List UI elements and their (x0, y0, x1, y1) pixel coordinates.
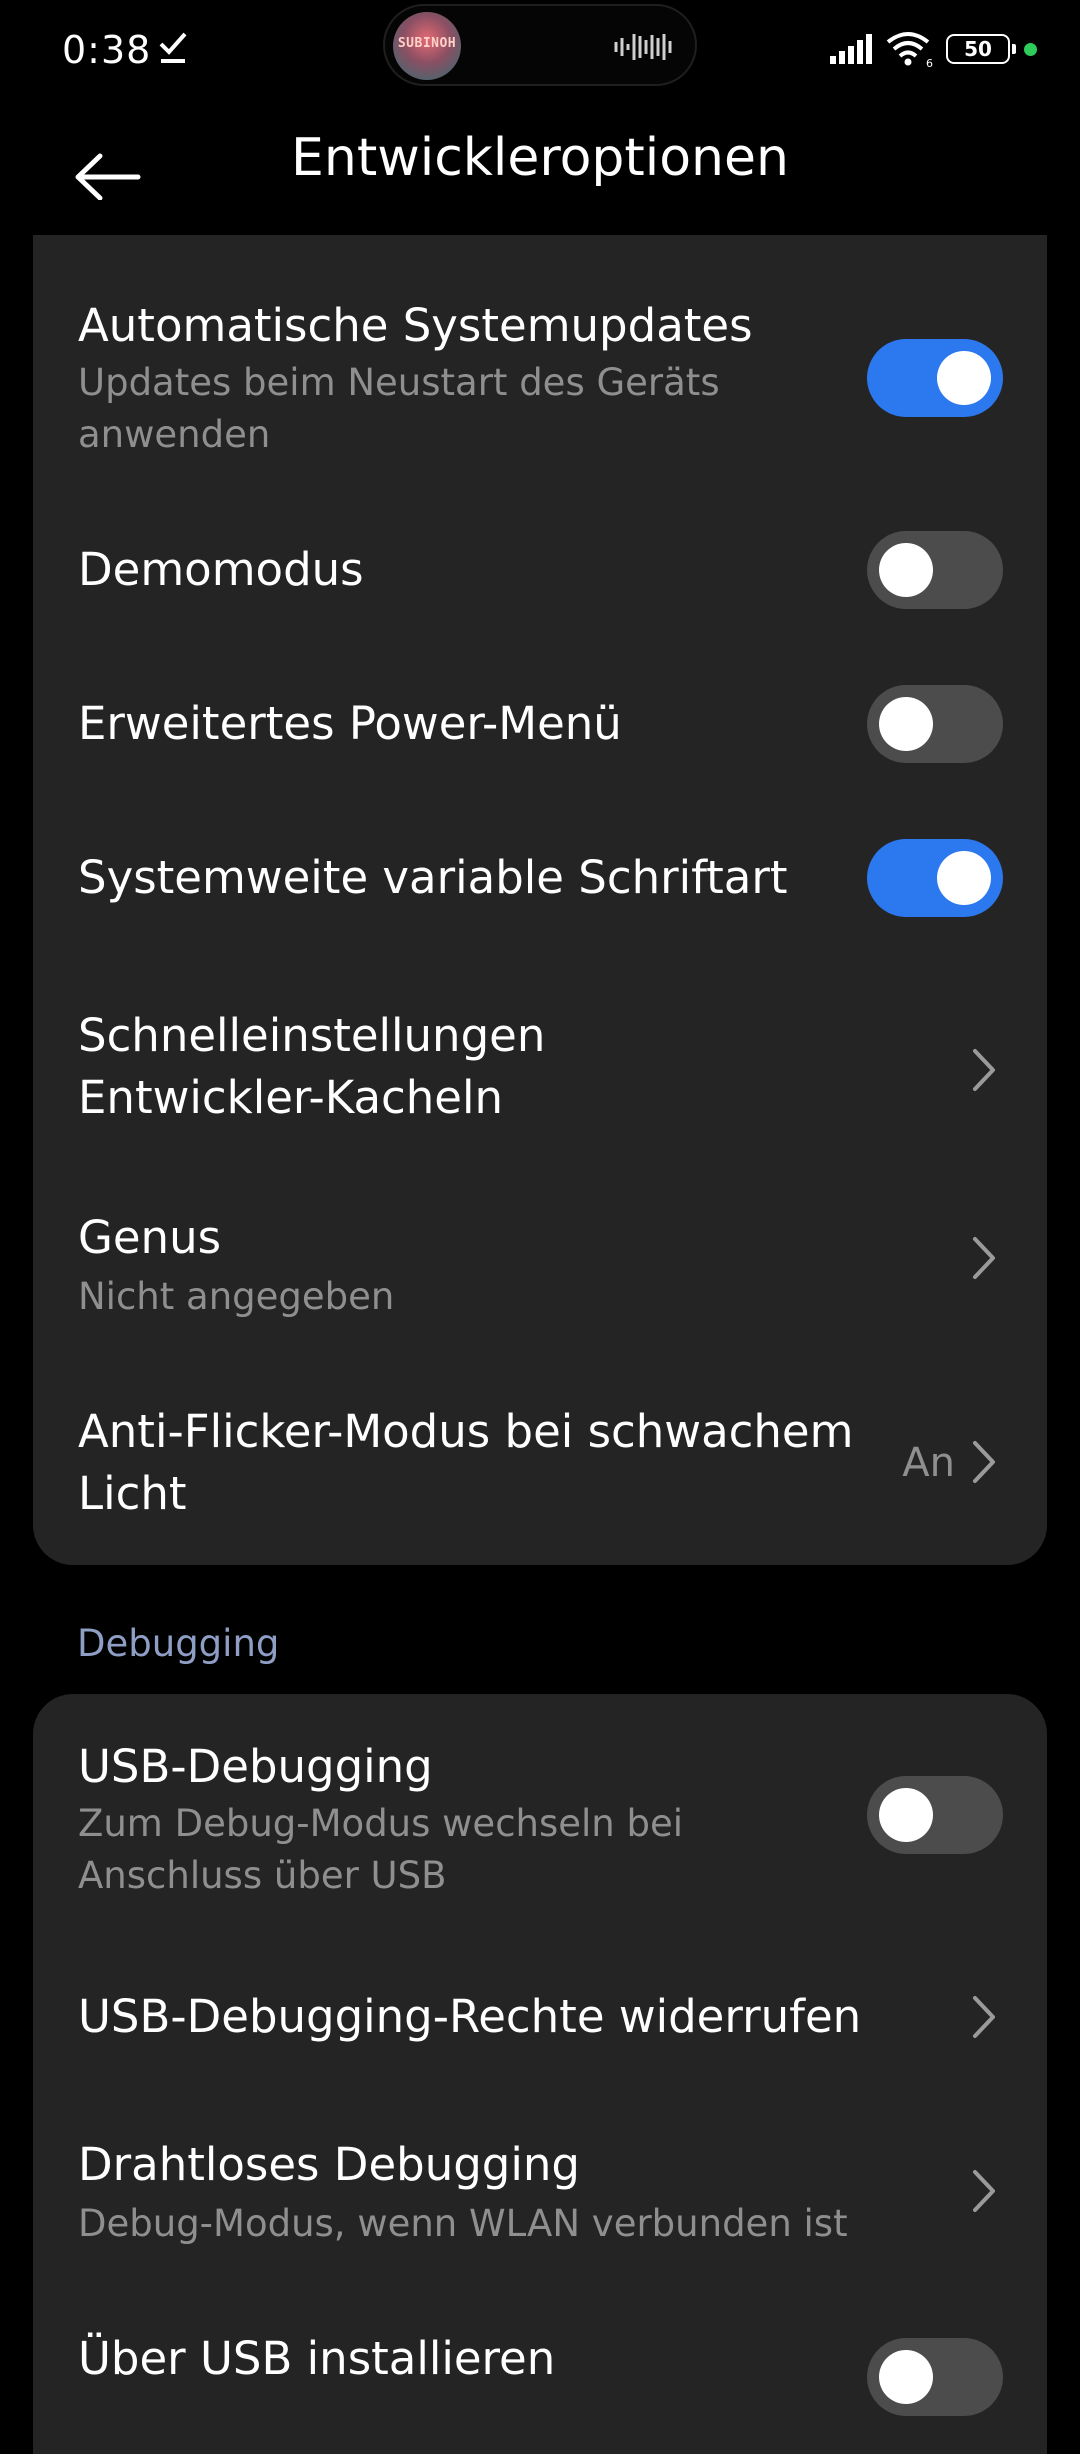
audio-wave-icon (614, 34, 672, 60)
setting-title: Licht (78, 1467, 187, 1520)
setting-subtitle: Zum Debug-Modus wechseln bei (78, 1802, 684, 1845)
install-via-usb-toggle[interactable] (867, 2338, 1003, 2416)
setting-subtitle: Nicht angegeben (78, 1275, 395, 1318)
setting-variable-font[interactable]: Systemweite variable Schriftart (33, 839, 1047, 937)
setting-title: Schnelleinstellungen (78, 1009, 546, 1062)
toggle-knob (879, 697, 933, 751)
album-art-text: SUBINOH (397, 36, 457, 51)
setting-install-via-usb[interactable]: Über USB installieren (33, 2328, 1047, 2418)
signal-icon (830, 34, 872, 64)
setting-title: Über USB installieren (78, 2332, 556, 2385)
battery-icon: 50 (946, 34, 1016, 64)
status-bar: 0:38 SUBINOH 6 50 (0, 0, 1080, 100)
chevron-right-icon (973, 2170, 995, 2212)
settings-card-debugging: USB-Debugging Zum Debug-Modus wechseln b… (33, 1694, 1047, 2454)
setting-demo-mode[interactable]: Demomodus (33, 531, 1047, 629)
setting-title: USB-Debugging (78, 1740, 433, 1793)
setting-subtitle: anwenden (78, 413, 271, 456)
setting-subtitle: Updates beim Neustart des Geräts (78, 361, 720, 404)
setting-revoke-usb-debugging[interactable]: USB-Debugging-Rechte widerrufen (33, 1986, 1047, 2076)
auto-updates-toggle[interactable] (867, 339, 1003, 417)
toggle-knob (937, 351, 991, 405)
status-time: 0:38 (62, 28, 152, 72)
setting-anti-flicker[interactable]: Anti-Flicker-Modus bei schwachem Licht A… (33, 1401, 1047, 1531)
setting-title: Systemweite variable Schriftart (78, 851, 788, 904)
demo-mode-toggle[interactable] (867, 531, 1003, 609)
status-icons: 6 50 (830, 30, 1050, 70)
check-icon (159, 32, 187, 63)
page-title: Entwickleroptionen (291, 128, 789, 188)
usb-debugging-toggle[interactable] (867, 1776, 1003, 1854)
chevron-right-icon (973, 1996, 995, 2038)
setting-subtitle: Anschluss über USB (78, 1854, 447, 1897)
setting-title: Anti-Flicker-Modus bei schwachem (78, 1405, 854, 1458)
setting-value: An (902, 1440, 955, 1486)
chevron-right-icon (973, 1237, 995, 1279)
toggle-knob (879, 2350, 933, 2404)
settings-card-general: Automatische Systemupdates Updates beim … (33, 235, 1047, 1565)
setting-title: Entwickler-Kacheln (78, 1071, 504, 1124)
toggle-knob (937, 851, 991, 905)
toggle-knob (879, 543, 933, 597)
chevron-right-icon (973, 1049, 995, 1091)
privacy-indicator-dot (1024, 43, 1037, 56)
toggle-knob (879, 1788, 933, 1842)
setting-wireless-debugging[interactable]: Drahtloses Debugging Debug-Modus, wenn W… (33, 2134, 1047, 2264)
svg-text:6: 6 (926, 57, 933, 68)
setting-genus[interactable]: Genus Nicht angegeben (33, 1207, 1047, 1337)
setting-extended-power-menu[interactable]: Erweitertes Power-Menü (33, 685, 1047, 783)
setting-subtitle: Debug-Modus, wenn WLAN verbunden ist (78, 2202, 848, 2245)
setting-usb-debugging[interactable]: USB-Debugging Zum Debug-Modus wechseln b… (33, 1736, 1047, 1897)
chevron-right-icon (973, 1441, 995, 1483)
album-art[interactable]: SUBINOH (393, 12, 461, 80)
setting-auto-system-updates[interactable]: Automatische Systemupdates Updates beim … (33, 295, 1047, 456)
battery-level: 50 (964, 37, 992, 61)
dynamic-island[interactable]: SUBINOH (383, 4, 697, 86)
setting-title: Erweitertes Power-Menü (78, 697, 622, 750)
app-header: Entwickleroptionen (0, 100, 1080, 235)
setting-title: Automatische Systemupdates (78, 299, 753, 352)
setting-quick-settings-tiles[interactable]: Schnelleinstellungen Entwickler-Kacheln (33, 1005, 1047, 1135)
setting-title: Demomodus (78, 543, 364, 596)
power-menu-toggle[interactable] (867, 685, 1003, 763)
setting-title: Drahtloses Debugging (78, 2138, 580, 2191)
wifi-icon: 6 (886, 32, 933, 68)
setting-title: USB-Debugging-Rechte widerrufen (78, 1990, 862, 2043)
setting-title: Genus (78, 1211, 222, 1264)
variable-font-toggle[interactable] (867, 839, 1003, 917)
section-header-debugging: Debugging (77, 1622, 280, 1665)
